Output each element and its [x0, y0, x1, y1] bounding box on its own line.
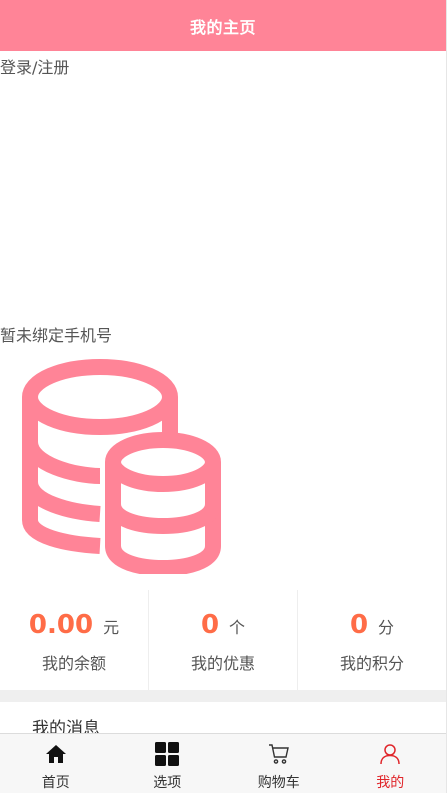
- page-title: 我的主页: [189, 17, 256, 37]
- top-header: 我的主页: [0, 0, 446, 51]
- login-register-link[interactable]: 登录/注册: [0, 54, 69, 78]
- balance-unit: 元: [103, 618, 120, 637]
- nav-item-mine[interactable]: 我的: [335, 734, 447, 793]
- points-value: 0: [349, 610, 369, 640]
- nav-label-home: 首页: [41, 775, 70, 791]
- cart-icon: [267, 742, 291, 766]
- coupons-value: 0: [200, 610, 220, 640]
- stat-points[interactable]: 0 分 我的积分: [298, 590, 446, 690]
- user-icon: [378, 742, 402, 766]
- section-divider: [0, 690, 446, 702]
- stats-row: 0.00 元 我的余额 0 个 我的优惠 0 分 我的积分: [0, 590, 446, 690]
- nav-item-cart[interactable]: 购物车: [223, 734, 335, 793]
- nav-label-mine: 我的: [376, 775, 405, 791]
- nav-label-options: 选项: [153, 775, 182, 791]
- stat-coupons[interactable]: 0 个 我的优惠: [149, 590, 298, 690]
- app-root: 我的主页 登录/注册 暂未绑定手机号 0.00 元 我的余额 0 个 我的优惠 …: [0, 0, 447, 793]
- nav-label-cart: 购物车: [257, 775, 300, 791]
- nav-item-options[interactable]: 选项: [112, 734, 224, 793]
- coupons-unit: 个: [229, 618, 246, 637]
- stat-balance[interactable]: 0.00 元 我的余额: [0, 590, 149, 690]
- balance-label: 我的余额: [41, 654, 106, 673]
- home-icon: [44, 742, 68, 766]
- coupons-label: 我的优惠: [190, 654, 255, 673]
- bottom-nav: 首页 选项 购物车 我的: [0, 733, 446, 793]
- points-label: 我的积分: [339, 654, 404, 673]
- nav-item-home[interactable]: 首页: [0, 734, 112, 793]
- balance-value: 0.00: [28, 610, 94, 640]
- coins-icon: [22, 359, 221, 574]
- grid-icon: [155, 742, 180, 766]
- points-unit: 分: [378, 618, 395, 637]
- phone-binding-status: 暂未绑定手机号: [0, 326, 113, 345]
